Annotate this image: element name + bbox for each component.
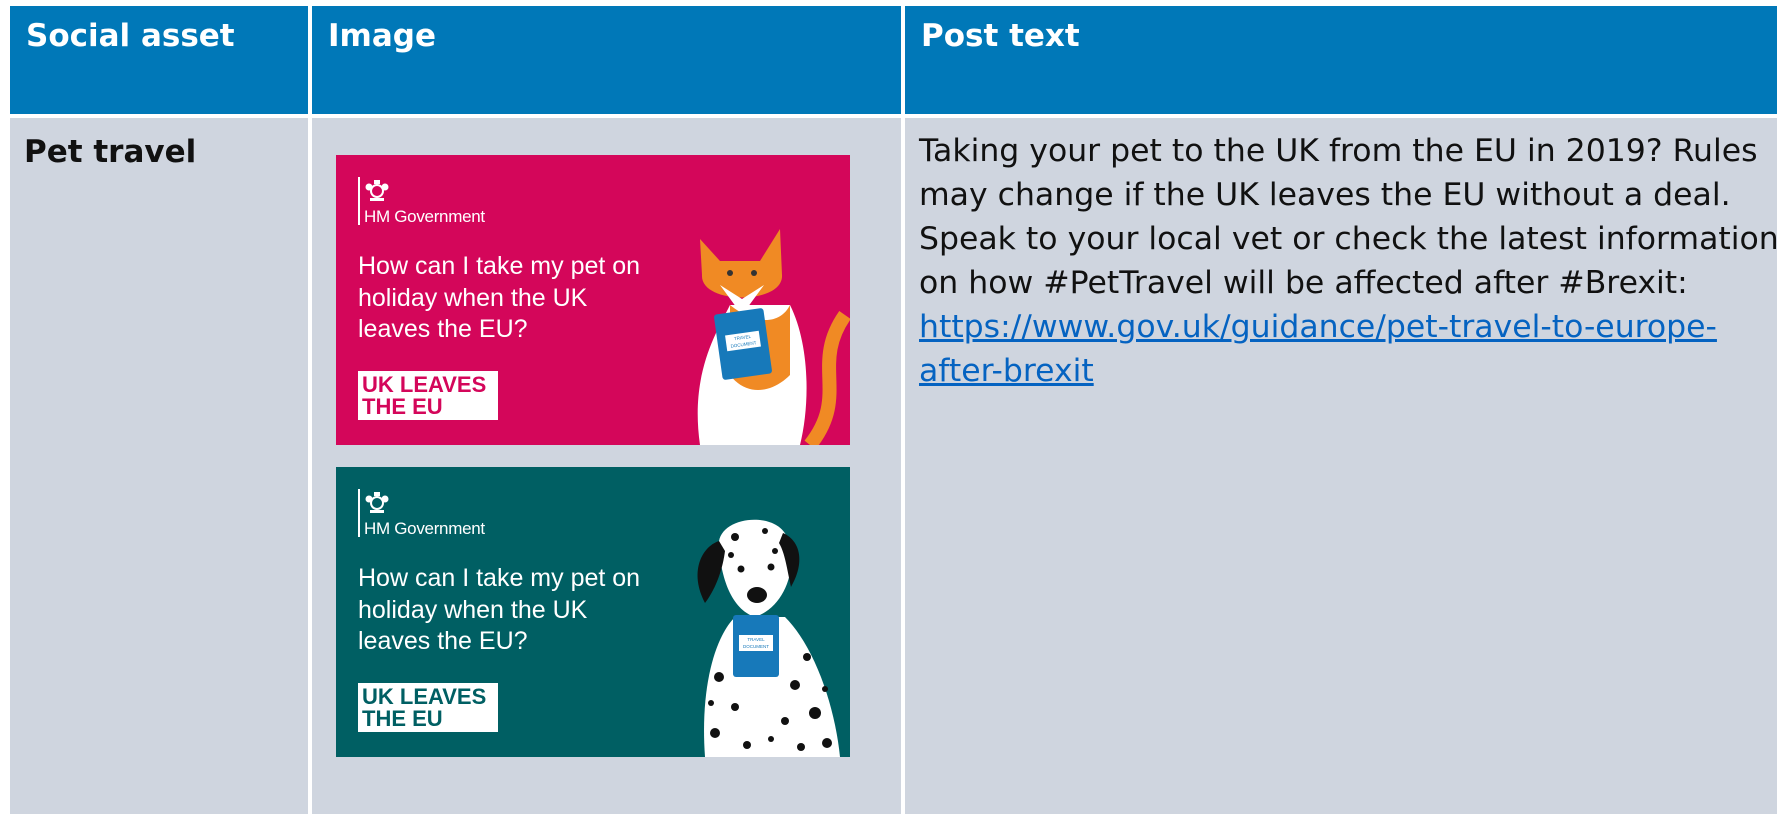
royal-crest-icon xyxy=(365,180,389,201)
image-question: How can I take my pet on holiday when th… xyxy=(358,564,641,655)
social-image-cat: HM Government How can I take my pet on h… xyxy=(336,155,850,445)
hm-government-logo: HM Government xyxy=(358,177,558,226)
dalmatian-illustration: TRAVEL DOCUMENT xyxy=(697,519,840,757)
image-cell: HM Government How can I take my pet on h… xyxy=(312,118,901,814)
asset-name: Pet travel xyxy=(24,134,197,170)
hm-government-label: HM Government xyxy=(364,519,485,538)
hm-government-logo: HM Government xyxy=(358,489,558,538)
header-social-asset: Social asset xyxy=(10,6,308,114)
asset-name-cell: Pet travel xyxy=(10,118,308,814)
svg-text:TRAVEL: TRAVEL xyxy=(747,637,765,642)
post-body: Taking your pet to the UK from the EU in… xyxy=(919,133,1777,301)
post-text: Taking your pet to the UK from the EU in… xyxy=(905,118,1777,393)
guidance-link[interactable]: https://www.gov.uk/guidance/pet-travel-t… xyxy=(919,309,1717,389)
svg-text:DOCUMENT: DOCUMENT xyxy=(743,644,769,649)
header-image: Image xyxy=(312,6,901,114)
uk-leaves-eu-badge: UK LEAVES THE EU xyxy=(358,683,498,732)
cat-illustration: TRAVEL DOCUMENT xyxy=(697,229,850,445)
uk-leaves-eu-badge: UK LEAVES THE EU xyxy=(358,371,498,420)
social-image-dalmatian: HM Government How can I take my pet on h… xyxy=(336,467,850,757)
social-asset-table: Social asset Image Post text Pet travel … xyxy=(10,6,1777,814)
hm-government-label: HM Government xyxy=(364,207,485,226)
header-post-text: Post text xyxy=(905,6,1777,114)
post-text-cell: Taking your pet to the UK from the EU in… xyxy=(905,118,1777,814)
royal-crest-icon xyxy=(365,492,389,513)
image-question: How can I take my pet on holiday when th… xyxy=(358,252,641,343)
